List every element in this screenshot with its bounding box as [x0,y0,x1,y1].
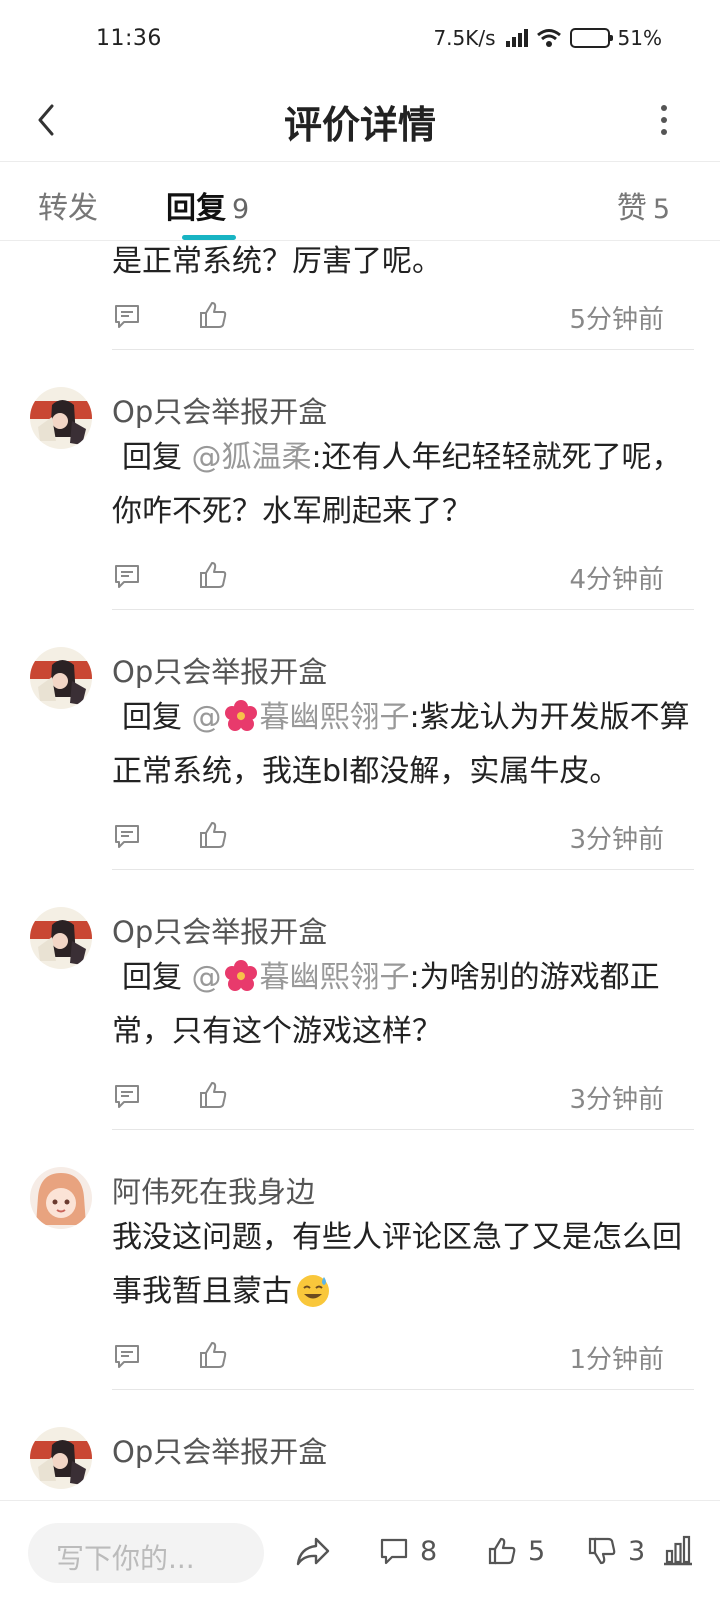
wifi-icon [536,29,561,47]
comment-actions: 5分钟前 [112,297,664,337]
bottom-action-bar: 写下你的... 8 5 3 [0,1500,720,1600]
tab-like-label: 赞 [616,191,647,226]
divider [112,349,694,350]
like-button[interactable]: 5 [486,1531,545,1571]
thumbs-up-icon [488,1537,516,1565]
network-speed: 7.5K/s [433,26,496,50]
tab-reply-label: 回复 [166,191,226,226]
comments-button[interactable]: 8 [378,1531,437,1571]
signal-icon [505,29,528,47]
tab-forward[interactable]: 转发 [38,183,98,227]
comment-author[interactable]: 阿伟死在我身边 [112,1169,315,1211]
status-bar: 11:36 7.5K/s 51% [0,0,720,80]
comment-text: 回复 @狐温柔:还有人年纪轻轻就死了呢，你咋不死？水军刷起来了？ [112,431,692,539]
tab-reply-count: 9 [232,194,250,225]
comment-text: 回复 @ 暮幽熙翎子:紫龙认为开发版不算正常系统，我连bl都没解，实属牛皮。 [112,691,692,799]
dislikes-count: 3 [628,1535,646,1567]
nav-bar: 评价详情 [0,80,720,162]
thumbs-down-icon [588,1537,616,1565]
comment-actions: 4分钟前 [112,557,664,597]
mention-link[interactable]: @狐温柔 [192,440,312,475]
comment-body: 我没这问题，有些人评论区急了又是怎么回事我暂且蒙古 [112,1220,682,1309]
comment-list[interactable]: 是正常系统？厉害了呢。 5分钟前 Op只会举报开盒 回复 @狐温柔:还有人年纪轻… [0,241,720,1500]
mention-link[interactable]: @ 暮幽熙翎子 [192,960,410,995]
comment-author[interactable]: Op只会举报开盒 [112,909,327,951]
comment-author[interactable]: Op只会举报开盒 [112,389,327,431]
comment-actions: 3分钟前 [112,1077,664,1117]
battery-icon [569,28,613,48]
comment-input-placeholder: 写下你的... [56,1542,195,1575]
divider [112,1129,694,1130]
mention-at: @ [191,960,222,995]
reply-icon[interactable] [112,1341,142,1371]
hibiscus-icon [224,960,257,991]
comment-time: 4分钟前 [569,565,664,595]
comment-text: 是正常系统？厉害了呢。 [112,241,692,289]
reply-prefix: 回复 [122,440,182,475]
tab-reply[interactable]: 回复 9 [166,183,249,227]
comment-author[interactable]: Op只会举报开盒 [112,649,327,691]
mention-at: @ [191,700,222,735]
reply-prefix: 回复 [122,700,182,735]
more-options-icon[interactable] [652,98,676,142]
page-title: 评价详情 [283,103,436,147]
comment-time: 3分钟前 [569,825,664,855]
reply-icon[interactable] [112,301,142,331]
divider [112,1389,694,1390]
avatar[interactable] [30,907,92,969]
comments-count: 8 [420,1535,438,1567]
comment-body: 是正常系统？厉害了呢。 [112,244,442,279]
avatar[interactable] [30,1427,92,1489]
avatar[interactable] [30,647,92,709]
dislike-button[interactable]: 3 [586,1531,645,1571]
comment-text: 我没这问题，有些人评论区急了又是怎么回事我暂且蒙古 [112,1211,692,1319]
tab-active-indicator [182,235,236,240]
divider [112,609,694,610]
comment-time: 3分钟前 [569,1085,664,1115]
comment-time: 1分钟前 [569,1345,664,1375]
status-indicators: 7.5K/s 51% [433,26,662,50]
avatar[interactable] [30,1167,92,1229]
tab-like[interactable]: 赞5 [617,183,670,227]
comment-time: 5分钟前 [569,305,664,335]
comment-input[interactable]: 写下你的... [28,1523,264,1583]
thumbs-up-icon[interactable] [198,1079,228,1111]
comment-actions: 1分钟前 [112,1337,664,1377]
comment-bubble-icon [380,1538,408,1565]
reply-icon[interactable] [112,821,142,851]
sweat-smile-emoji-icon [297,1275,329,1307]
reply-icon[interactable] [112,561,142,591]
mention-name: 暮幽熙翎子 [259,960,410,995]
reply-icon[interactable] [112,1081,142,1111]
comment-author[interactable]: Op只会举报开盒 [112,1429,327,1471]
battery-text: 51% [617,26,662,50]
hibiscus-icon [224,700,257,731]
thumbs-up-icon[interactable] [198,299,228,331]
thumbs-up-icon[interactable] [198,559,228,591]
tab-like-count: 5 [652,194,670,225]
thumbs-up-icon[interactable] [198,819,228,851]
avatar[interactable] [30,387,92,449]
thumbs-up-icon[interactable] [198,1339,228,1371]
likes-count: 5 [528,1535,546,1567]
mention-name: 暮幽熙翎子 [259,700,410,735]
comment-text: 回复 @ 暮幽熙翎子:为啥别的游戏都正常，只有这个游戏这样？ [112,951,692,1059]
reply-prefix: 回复 [122,960,182,995]
comment-actions: 3分钟前 [112,817,664,857]
share-icon[interactable] [294,1533,332,1569]
divider [112,869,694,870]
status-time: 11:36 [96,26,162,51]
tab-forward-label: 转发 [38,191,98,226]
mention-link[interactable]: @ 暮幽熙翎子 [192,700,410,735]
tab-bar: 转发 回复 9 赞5 [0,163,720,241]
stats-chart-icon[interactable] [662,1533,694,1567]
